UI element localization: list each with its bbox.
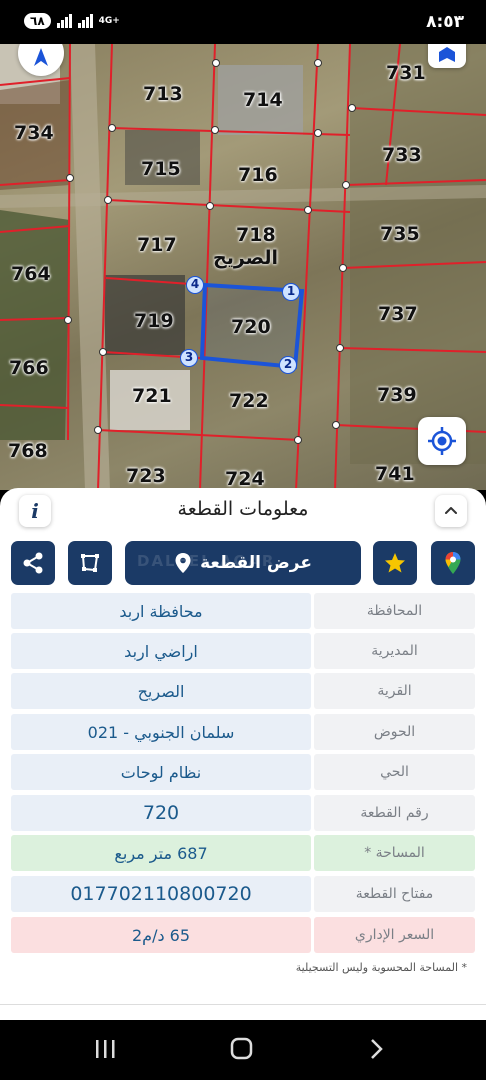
- battery-indicator: ٦٨: [24, 13, 51, 29]
- compass-button[interactable]: [18, 44, 64, 76]
- field-row-neighborhood: الحي نظام لوحات: [11, 754, 475, 790]
- field-label: القرية: [314, 673, 475, 709]
- parcel-label: 735: [380, 223, 420, 245]
- favorite-button[interactable]: [373, 541, 417, 585]
- info-button[interactable]: i: [19, 495, 51, 527]
- share-button[interactable]: [11, 541, 55, 585]
- parcel-label: 737: [378, 303, 418, 325]
- parcel-label: 766: [9, 357, 49, 379]
- home-icon[interactable]: [230, 1037, 253, 1060]
- parcel-label: 717: [137, 234, 177, 256]
- field-label: السعر الإداري: [314, 917, 475, 953]
- crosshair-icon: [428, 427, 456, 455]
- field-row-admin-price: السعر الإداري 65 د/م2: [11, 917, 475, 953]
- field-row-area: المساحة * 687 متر مربع: [11, 835, 475, 871]
- field-value: اراضي اربد: [11, 633, 311, 669]
- field-row-village: القرية الصريح: [11, 673, 475, 709]
- field-value: سلمان الجنوبي - 021: [11, 714, 311, 750]
- parcel-label: 734: [14, 122, 54, 144]
- field-value: محافظة اربد: [11, 593, 311, 629]
- satellite-map[interactable]: 731 713 714 734 733 715 716 717 718 735 …: [0, 44, 486, 490]
- parcel-label: 739: [377, 384, 417, 406]
- share-icon: [23, 552, 43, 574]
- field-row-basin: الحوض سلمان الجنوبي - 021: [11, 714, 475, 750]
- watermark: DALEEL AQAR: [137, 552, 276, 570]
- parcel-label: 768: [8, 440, 48, 462]
- my-location-button[interactable]: [418, 417, 466, 465]
- collapse-button[interactable]: [435, 495, 467, 527]
- google-maps-icon: [445, 552, 461, 574]
- vertex-marker[interactable]: 4: [186, 276, 204, 294]
- field-label: مفتاح القطعة: [314, 876, 475, 912]
- vertex-marker[interactable]: 2: [279, 356, 297, 374]
- parcel-label: 764: [11, 263, 51, 285]
- polygon-icon: [81, 554, 99, 572]
- bottom-tab-bar-edge: [0, 1004, 486, 1020]
- google-maps-button[interactable]: [431, 541, 475, 585]
- status-indicators: ٦٨ 4G+: [24, 13, 120, 29]
- signal-icon-2: [77, 14, 93, 28]
- field-value: نظام لوحات: [11, 754, 311, 790]
- sheet-title: معلومات القطعة: [177, 498, 309, 520]
- area-footnote: * المساحة المحسوبة وليس التسجيلية: [295, 961, 467, 974]
- parcel-label: 715: [141, 158, 181, 180]
- field-label: المحافظة: [314, 593, 475, 629]
- chevron-up-icon: [445, 507, 457, 514]
- vertex-marker[interactable]: 1: [282, 283, 300, 301]
- field-label: المساحة *: [314, 835, 475, 871]
- village-label: الصريح: [213, 247, 279, 269]
- parcel-label: 733: [382, 144, 422, 166]
- field-row-parcel-key: مفتاح القطعة 017702110800720: [11, 876, 475, 912]
- parcel-label: 716: [238, 164, 278, 186]
- parcel-label: 741: [375, 463, 415, 485]
- field-value: 687 متر مربع: [11, 835, 311, 871]
- parcel-label: 731: [386, 62, 426, 84]
- parcel-label: 719: [134, 310, 174, 332]
- selected-parcel-label: 720: [231, 316, 271, 338]
- draw-polygon-button[interactable]: [68, 541, 112, 585]
- field-label: رقم القطعة: [314, 795, 475, 831]
- map-layers-icon: [439, 47, 455, 62]
- recent-apps-icon[interactable]: [96, 1040, 115, 1058]
- parcel-label: 723: [126, 465, 166, 487]
- signal-icon: [56, 14, 72, 28]
- view-parcel-button[interactable]: DALEEL AQAR عرض القطعة: [125, 541, 361, 585]
- navigation-icon: [34, 48, 48, 66]
- layers-button[interactable]: [428, 44, 466, 68]
- status-bar: ٦٨ 4G+ ٨:٥٣: [0, 0, 486, 44]
- parcel-label: 724: [225, 468, 265, 490]
- field-value[interactable]: 017702110800720: [11, 876, 311, 912]
- vertex-marker[interactable]: 3: [180, 349, 198, 367]
- field-value: الصريح: [11, 673, 311, 709]
- parcel-label: 722: [229, 390, 269, 412]
- parcel-label: 718: [236, 224, 276, 246]
- field-label: المديرية: [314, 633, 475, 669]
- network-type: 4G+: [98, 15, 120, 26]
- parcel-label: 721: [132, 385, 172, 407]
- field-label: الحوض: [314, 714, 475, 750]
- star-icon: [385, 553, 405, 573]
- field-value: 720: [11, 795, 311, 831]
- field-row-directorate: المديرية اراضي اربد: [11, 633, 475, 669]
- clock: ٨:٥٣: [426, 12, 464, 32]
- field-row-governorate: المحافظة محافظة اربد: [11, 593, 475, 629]
- field-label: الحي: [314, 754, 475, 790]
- back-icon[interactable]: [371, 1039, 383, 1059]
- field-value: 65 د/م2: [11, 917, 311, 953]
- parcel-label: 713: [143, 83, 183, 105]
- system-navigation-bar: [0, 1020, 486, 1080]
- parcel-label: 714: [243, 89, 283, 111]
- field-row-parcel-number: رقم القطعة 720: [11, 795, 475, 831]
